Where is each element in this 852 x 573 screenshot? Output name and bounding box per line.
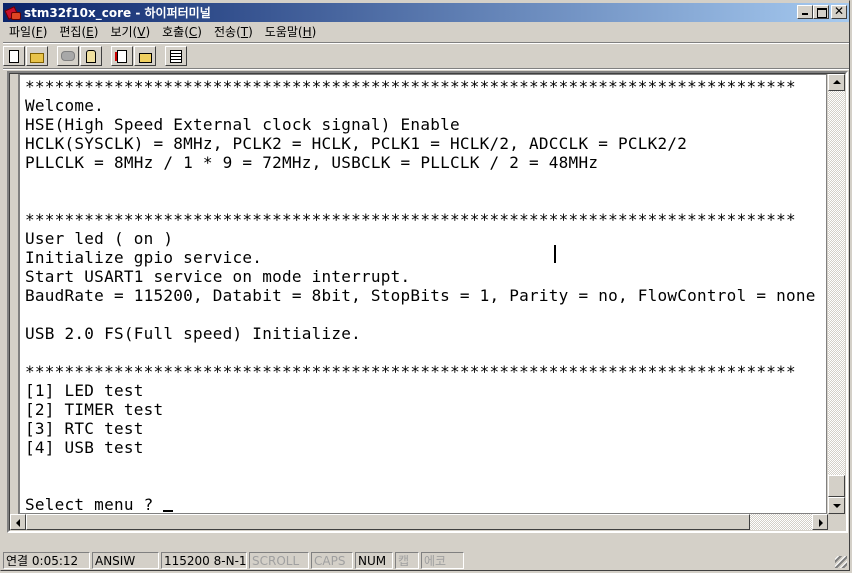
terminal-line: ****************************************… — [25, 210, 796, 229]
terminal-line: ****************************************… — [25, 77, 796, 96]
menu-accelerator: F — [35, 25, 43, 39]
connect-button[interactable] — [57, 46, 79, 66]
new-connection-button[interactable] — [3, 46, 25, 66]
menu-accelerator: C — [188, 25, 198, 39]
receive-icon — [138, 52, 152, 63]
scrollbar-corner — [828, 514, 845, 530]
toolbar-separator — [3, 68, 849, 70]
terminal-line: Welcome. — [25, 96, 105, 115]
menu-label: 파일 — [9, 25, 32, 39]
menu-accelerator: E — [86, 25, 94, 39]
send-icon — [117, 49, 127, 63]
menu-accelerator: T — [240, 25, 249, 39]
properties-icon — [170, 49, 182, 63]
horizontal-scroll-thumb[interactable] — [26, 514, 750, 530]
menu-transfer[interactable]: 전송(T) — [208, 24, 259, 41]
terminal-line: Initialize gpio service. — [25, 248, 263, 267]
window-title: stm32f10x_core - 하이퍼터미널 — [24, 6, 211, 20]
text-cursor-ibeam — [554, 245, 556, 263]
scroll-down-button[interactable] — [828, 497, 845, 514]
status-port-settings: 115200 8-N-1 — [161, 551, 247, 569]
status-capture: 캡 — [395, 551, 419, 569]
terminal-line: [2] TIMER test — [25, 400, 164, 419]
resize-grip-icon[interactable] — [835, 556, 847, 568]
close-button[interactable]: ✕ — [831, 4, 847, 19]
menu-accelerator: H — [302, 25, 312, 39]
terminal-line: PLLCLK = 8MHz / 1 * 9 = 72MHz, USBCLK = … — [25, 153, 599, 172]
menu-label: 전송 — [213, 25, 237, 39]
menu-view[interactable]: 보기(V) — [104, 24, 156, 41]
terminal-line: USB 2.0 FS(Full speed) Initialize. — [25, 324, 362, 343]
status-connection-time: 연결 0:05:12 — [3, 551, 90, 569]
minimize-button[interactable] — [797, 5, 813, 19]
terminal-line: HSE(High Speed External clock signal) En… — [25, 115, 460, 134]
open-icon — [30, 52, 44, 63]
terminal-line: ****************************************… — [25, 362, 796, 381]
send-button[interactable] — [111, 46, 133, 66]
status-bar: 연결 0:05:12 ANSIW 115200 8-N-1 SCROLL CAP… — [3, 550, 849, 570]
menu-bar: 파일(F) 편집(E) 보기(V) 호출(C) 전송(T) 도움말(H) — [3, 23, 849, 42]
disconnect-icon — [86, 49, 96, 63]
menu-help[interactable]: 도움말(H) — [259, 24, 323, 41]
status-scroll: SCROLL — [249, 551, 309, 569]
arrow-up-icon — [833, 80, 841, 84]
terminal-margin — [10, 74, 19, 514]
menu-file[interactable]: 파일(F) — [3, 24, 53, 41]
status-blank — [466, 551, 847, 569]
arrow-down-icon — [833, 504, 841, 508]
terminal-line: [3] RTC test — [25, 419, 144, 438]
minimize-icon — [802, 13, 808, 15]
new-icon — [9, 49, 19, 63]
status-echo: 에코 — [421, 551, 464, 569]
menu-edit[interactable]: 편집(E) — [53, 24, 104, 41]
hyperterminal-app-icon[interactable] — [4, 5, 21, 20]
menu-label: 호출 — [162, 25, 185, 39]
terminal-screen[interactable]: ****************************************… — [19, 74, 827, 514]
menu-label: 편집 — [59, 25, 82, 39]
vertical-scroll-thumb[interactable] — [828, 475, 845, 497]
terminal-output: ****************************************… — [25, 77, 816, 513]
receive-button[interactable] — [134, 46, 156, 66]
menu-label: 도움말 — [264, 25, 298, 39]
vertical-scrollbar[interactable] — [828, 74, 845, 514]
scroll-right-button[interactable] — [812, 514, 828, 530]
terminal-frame: ****************************************… — [7, 71, 848, 533]
status-emulation: ANSIW — [92, 551, 159, 569]
maximize-button[interactable] — [813, 5, 829, 19]
properties-button[interactable] — [165, 46, 187, 66]
terminal-line: [1] LED test — [25, 381, 144, 400]
menu-call[interactable]: 호출(C) — [156, 24, 208, 41]
status-caps: CAPS — [311, 551, 353, 569]
horizontal-scrollbar[interactable] — [10, 514, 828, 530]
scroll-up-button[interactable] — [828, 74, 845, 91]
terminal-line: HCLK(SYSCLK) = 8MHz, PCLK2 = HCLK, PCLK1… — [25, 134, 688, 153]
terminal-line: User led ( on ) — [25, 229, 174, 248]
open-button[interactable] — [26, 46, 48, 66]
arrow-right-icon — [819, 519, 823, 527]
terminal-line: Select menu ? — [25, 495, 816, 513]
title-bar[interactable]: stm32f10x_core - 하이퍼터미널 ✕ — [3, 3, 849, 22]
arrow-left-icon — [16, 519, 20, 527]
toolbar — [3, 45, 849, 67]
menu-label: 보기 — [110, 25, 133, 39]
menu-accelerator: V — [137, 25, 146, 39]
menu-separator — [3, 42, 849, 44]
maximize-icon — [817, 8, 827, 18]
terminal-cursor — [163, 510, 174, 512]
terminal-line: Start USART1 service on mode interrupt. — [25, 267, 411, 286]
hyperterminal-window: stm32f10x_core - 하이퍼터미널 ✕ 파일(F) 편집(E) 보기… — [0, 0, 850, 571]
status-num: NUM — [355, 551, 393, 569]
scroll-left-button[interactable] — [10, 514, 26, 530]
terminal-line: BaudRate = 115200, Databit = 8bit, StopB… — [25, 286, 816, 305]
connect-icon — [61, 51, 75, 61]
terminal-line: [4] USB test — [25, 438, 144, 457]
close-icon: ✕ — [833, 4, 845, 18]
disconnect-button[interactable] — [80, 46, 102, 66]
